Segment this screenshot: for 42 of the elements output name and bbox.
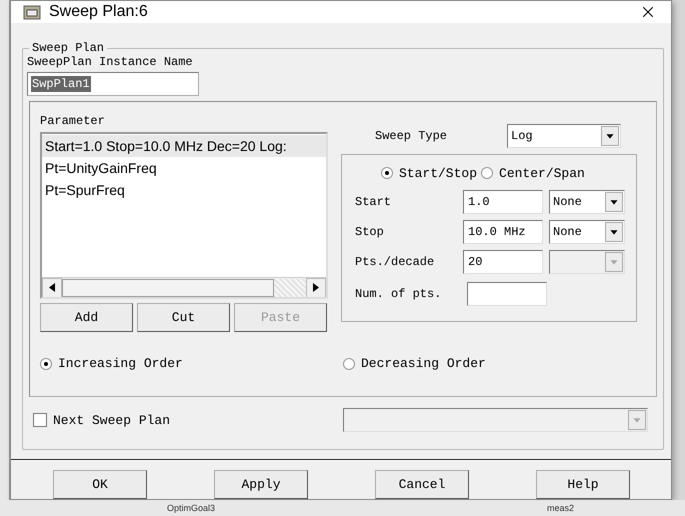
radio-button[interactable] xyxy=(481,167,494,179)
radio-label: Start/Stop xyxy=(399,166,478,180)
horizontal-scrollbar[interactable] xyxy=(42,277,326,297)
dialog-button[interactable]: Help xyxy=(536,470,630,499)
list-item[interactable]: Start=1.0 Stop=10.0 MHz Dec=20 Log: xyxy=(42,135,326,157)
dialog-button[interactable]: Cancel xyxy=(375,470,469,499)
schematic-label: meas2 xyxy=(547,503,574,513)
radio-label: Increasing Order xyxy=(58,356,183,371)
unit-dropdown[interactable]: None xyxy=(549,220,625,244)
radio-button[interactable] xyxy=(343,358,355,370)
dialog-button[interactable]: Apply xyxy=(214,470,308,499)
group-title: Sweep Plan xyxy=(31,41,106,55)
instance-name-field[interactable]: SwpPlan1 xyxy=(27,72,199,96)
input-field[interactable] xyxy=(467,282,547,306)
parameter-label: Parameter xyxy=(40,114,106,128)
input-field[interactable]: 10.0 MHz xyxy=(463,220,543,244)
scroll-left-icon[interactable] xyxy=(49,283,55,292)
window-title: Sweep Plan:6 xyxy=(49,3,149,21)
checkbox-label: Next Sweep Plan xyxy=(53,412,170,428)
field-label: Num. of pts. xyxy=(355,287,442,301)
field-label: Stop xyxy=(355,225,385,239)
parameter-list[interactable]: Start=1.0 Stop=10.0 MHz Dec=20 Log: Pt=UnityGainFreq Pt=SpurFreq xyxy=(40,132,328,299)
instance-name-label: SweepPlan Instance Name xyxy=(27,55,194,69)
list-action-button[interactable]: Cut xyxy=(137,303,230,332)
input-field[interactable]: 20 xyxy=(463,250,543,274)
schematic-label: OptimGoal3 xyxy=(167,503,216,513)
dialog-button[interactable]: OK xyxy=(53,470,147,499)
radio-button[interactable] xyxy=(40,358,52,370)
scrollbar-thumb[interactable] xyxy=(62,278,274,296)
input-field[interactable]: 1.0 xyxy=(463,190,543,214)
sweep-type-dropdown[interactable]: Log xyxy=(507,124,621,148)
field-label: Start xyxy=(355,195,392,209)
app-icon xyxy=(23,4,41,20)
checkbox[interactable] xyxy=(33,413,47,427)
radio-label: Center/Span xyxy=(499,166,585,180)
scroll-right-icon[interactable] xyxy=(313,283,319,292)
field-label: Pts./decade xyxy=(355,255,436,269)
sweep-type-label: Sweep Type xyxy=(375,129,448,143)
list-action-button[interactable]: Add xyxy=(40,303,133,332)
radio-button[interactable] xyxy=(381,167,393,179)
radio-label: Decreasing Order xyxy=(361,356,486,371)
unit-dropdown[interactable]: None xyxy=(549,190,625,214)
